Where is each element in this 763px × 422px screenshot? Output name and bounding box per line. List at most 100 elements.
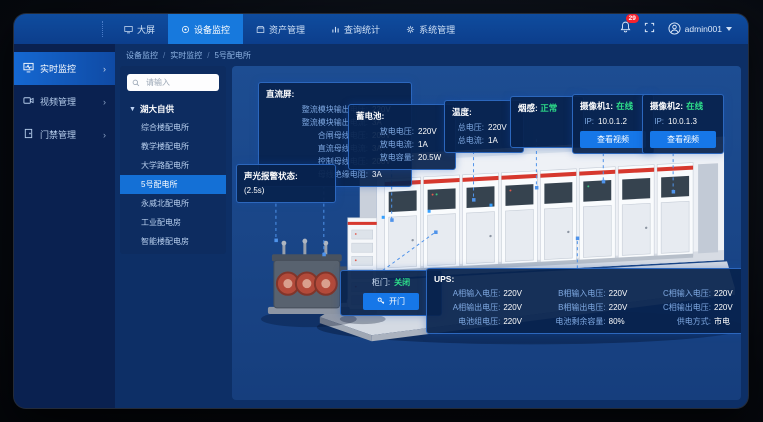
nav-tab-asset-management[interactable]: 资产管理 [243, 14, 318, 44]
breadcrumb: 设备监控 / 实时监控 / 5号配电所 [115, 44, 748, 66]
sidebar-item-access-control[interactable]: 门禁管理 › [14, 118, 115, 151]
field-label: 放电电流: [356, 138, 414, 151]
ip-label: IP: [650, 115, 664, 128]
field-value: 市电 [714, 315, 740, 328]
chevron-right-icon: › [103, 64, 106, 74]
tree-item-active[interactable]: 5号配电所 [120, 175, 226, 194]
sound-light-alarm-card: 声光报警状态: (2.5s) [236, 164, 336, 203]
card-title: 摄像机2:在线 [650, 100, 716, 112]
camera1-ip: 10.0.1.2 [598, 115, 646, 128]
camera2-ip: 10.0.1.3 [668, 115, 716, 128]
field-label: C相输入电压: [663, 287, 711, 300]
breadcrumb-separator: / [207, 51, 209, 60]
door-label: 柜门: [372, 276, 390, 289]
ups-grid: A相输入电压:220V B相输入电压:220V C相输入电压:220V A相输出… [434, 287, 740, 328]
ip-label: IP: [580, 115, 594, 128]
nav-tab-device-monitoring[interactable]: 设备监控 [168, 14, 243, 44]
bar-chart-icon [331, 25, 340, 34]
card-title: 烟感: 正常 [518, 102, 576, 114]
field-label: 总电流: [452, 134, 484, 147]
field-label: B相输出电压: [558, 301, 606, 314]
tree-root-label: 湖大自供 [140, 103, 174, 115]
field-value: 220V [503, 315, 529, 328]
fullscreen-icon [644, 20, 655, 38]
battery-card: 蓄电池: 放电电压:220V 放电电流:1A 放电容量:20.5W [348, 104, 456, 170]
sidebar-item-video-management[interactable]: 视频管理 › [14, 85, 115, 118]
field-label: 电池剩余容量: [555, 315, 605, 328]
key-icon [377, 297, 385, 307]
breadcrumb-item[interactable]: 实时监控 [170, 50, 202, 61]
card-title: UPS: [434, 274, 740, 284]
field-value: 20.5W [418, 151, 448, 164]
ups-card: UPS: A相输入电压:220V B相输入电压:220V C相输入电压:220V… [426, 268, 741, 334]
alarm-value: (2.5s) [244, 185, 328, 197]
field-label: C相输出电压: [663, 301, 711, 314]
nav-tab-label: 查询统计 [344, 23, 380, 36]
realtime-monitor-icon [23, 62, 34, 75]
chevron-right-icon: › [103, 130, 106, 140]
field-value: 220V [503, 287, 529, 300]
nav-tab-system-management[interactable]: 系统管理 [393, 14, 468, 44]
breadcrumb-item-current: 5号配电所 [214, 50, 250, 61]
top-navigation-bar: 大屏 设备监控 资产管理 查询统计 系统管理 29 [14, 14, 748, 44]
field-value: 220V [714, 301, 740, 314]
distribution-room-panel: 直流屏: 整流模块输出电压:220V 整流模块输出电流:3A 合闸母线电压:20… [232, 66, 741, 400]
tree-root-node[interactable]: ▼ 湖大自供 [120, 100, 226, 118]
nav-tab-label: 系统管理 [419, 23, 455, 36]
card-title: 直流屏: [266, 88, 404, 100]
nav-tab-dashboard[interactable]: 大屏 [111, 14, 168, 44]
brand-space [14, 14, 102, 44]
camera1-status: 在线 [616, 100, 633, 112]
asset-box-icon [256, 25, 265, 34]
card-title: 温度: [452, 106, 516, 118]
nav-divider [102, 21, 103, 37]
nav-tab-query-statistics[interactable]: 查询统计 [318, 14, 393, 44]
fullscreen-button[interactable] [644, 20, 655, 38]
field-label: 电池组电压: [458, 315, 500, 328]
nav-tab-label: 设备监控 [194, 23, 230, 36]
sidebar-item-label: 实时监控 [40, 62, 76, 75]
field-value: 220V [714, 287, 740, 300]
primary-nav: 大屏 设备监控 资产管理 查询统计 系统管理 [111, 14, 468, 44]
tree-item[interactable]: 大学路配电所 [120, 156, 226, 175]
breadcrumb-item[interactable]: 设备监控 [126, 50, 158, 61]
tree-item[interactable]: 智能楼配电房 [120, 232, 226, 251]
gear-icon [406, 25, 415, 34]
card-title: 摄像机1:在线 [580, 100, 646, 112]
username-label: admin001 [685, 24, 722, 34]
topbar-actions: 29 admin001 [620, 14, 748, 44]
notification-bell-button[interactable]: 29 [620, 20, 631, 38]
tree-item[interactable]: 工业配电房 [120, 213, 226, 232]
open-door-button[interactable]: 开门 [363, 293, 419, 310]
sidebar-item-realtime-monitoring[interactable]: 实时监控 › [14, 52, 115, 85]
station-tree-panel: ▼ 湖大自供 综合楼配电所 教学楼配电所 大学路配电所 5号配电所 永威北配电所… [120, 66, 226, 254]
nav-tab-label: 大屏 [137, 23, 155, 36]
field-label: 放电电压: [356, 125, 414, 138]
view-video-button[interactable]: 查看视频 [580, 131, 646, 148]
tree-search-box [127, 74, 219, 91]
video-camera-icon [23, 95, 34, 108]
field-label: 总电压: [452, 121, 484, 134]
left-sidebar: 实时监控 › 视频管理 › 门禁管理 › [14, 44, 115, 408]
tree-item[interactable]: 永威北配电所 [120, 194, 226, 213]
sidebar-item-label: 视频管理 [40, 95, 76, 108]
tree-item[interactable]: 综合楼配电所 [120, 118, 226, 137]
field-label: 供电方式: [677, 315, 711, 328]
field-label: B相输入电压: [558, 287, 606, 300]
camera2-status: 在线 [686, 100, 703, 112]
sidebar-item-label: 门禁管理 [40, 128, 76, 141]
field-label: A相输入电压: [453, 287, 501, 300]
view-video-button[interactable]: 查看视频 [650, 131, 716, 148]
card-title: 声光报警状态: [244, 170, 328, 182]
tree-search-input[interactable] [144, 77, 214, 88]
camera2-card: 摄像机2:在线 IP: 10.0.1.3 查看视频 [642, 94, 724, 154]
chevron-right-icon: › [103, 97, 106, 107]
notification-count-badge: 29 [626, 14, 639, 23]
field-value: 80% [609, 315, 635, 328]
tree-item[interactable]: 教学楼配电所 [120, 137, 226, 156]
smoke-status: 正常 [540, 103, 557, 113]
field-value: 220V [609, 287, 635, 300]
monitor-icon [181, 25, 190, 34]
card-title: 蓄电池: [356, 110, 448, 122]
user-menu[interactable]: admin001 [668, 22, 732, 37]
